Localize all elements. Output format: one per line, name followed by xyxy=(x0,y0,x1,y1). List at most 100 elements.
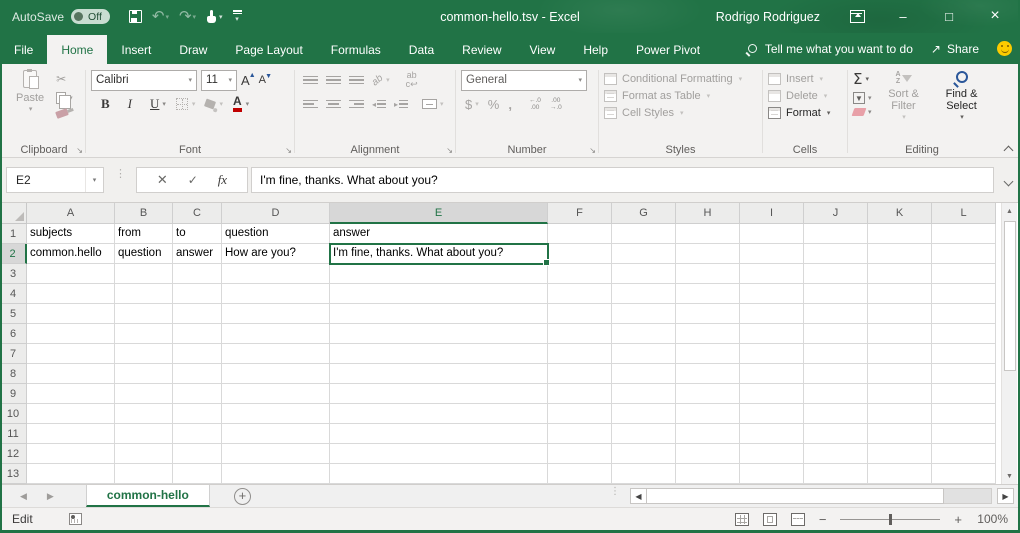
cell-J9[interactable] xyxy=(804,384,868,404)
fill-color-button[interactable]: ▾ xyxy=(205,100,223,108)
next-sheet-icon[interactable]: ▶ xyxy=(47,491,54,502)
row-header-9[interactable]: 9 xyxy=(0,384,27,404)
save-button[interactable] xyxy=(126,5,145,29)
cell-L5[interactable] xyxy=(932,304,996,324)
cell-D4[interactable] xyxy=(222,284,330,304)
minimize-button[interactable]: – xyxy=(880,0,926,32)
cell-E9[interactable] xyxy=(330,384,548,404)
cell-G4[interactable] xyxy=(612,284,676,304)
undo-dropdown-icon[interactable]: ▾ xyxy=(165,13,169,21)
font-size-combo[interactable]: 11▾ xyxy=(201,70,237,91)
name-box-dropdown-icon[interactable]: ▾ xyxy=(85,168,103,192)
cell-L10[interactable] xyxy=(932,404,996,424)
cell-J12[interactable] xyxy=(804,444,868,464)
cell-A7[interactable] xyxy=(27,344,115,364)
formula-input[interactable]: I'm fine, thanks. What about you? xyxy=(251,167,994,193)
bold-button[interactable]: B xyxy=(97,96,114,112)
cell-E12[interactable] xyxy=(330,444,548,464)
number-dialog-launcher[interactable]: ↘ xyxy=(589,146,596,155)
cell-L12[interactable] xyxy=(932,444,996,464)
cell-E7[interactable] xyxy=(330,344,548,364)
expand-formula-bar-button[interactable] xyxy=(1004,178,1013,187)
name-box[interactable]: E2 ▾ xyxy=(6,167,104,193)
cell-D1[interactable]: question xyxy=(222,224,330,244)
cut-button[interactable]: ✂ xyxy=(56,72,73,86)
number-format-combo[interactable]: General▾ xyxy=(461,70,587,91)
zoom-slider-thumb[interactable] xyxy=(889,514,892,525)
touch-mode-dropdown-icon[interactable]: ▾ xyxy=(219,13,223,21)
cell-F13[interactable] xyxy=(548,464,612,484)
cell-I4[interactable] xyxy=(740,284,804,304)
cell-L7[interactable] xyxy=(932,344,996,364)
merge-center-button[interactable]: ▾ xyxy=(422,99,444,109)
cell-B4[interactable] xyxy=(115,284,173,304)
tab-insert[interactable]: Insert xyxy=(107,35,165,64)
cell-F2[interactable] xyxy=(548,244,612,264)
cell-D10[interactable] xyxy=(222,404,330,424)
maximize-button[interactable]: □ xyxy=(926,0,972,32)
cell-H2[interactable] xyxy=(676,244,740,264)
cell-K12[interactable] xyxy=(868,444,932,464)
cell-A4[interactable] xyxy=(27,284,115,304)
cell-B6[interactable] xyxy=(115,324,173,344)
cell-L4[interactable] xyxy=(932,284,996,304)
scroll-up-icon[interactable]: ▲ xyxy=(1002,203,1017,219)
font-color-button[interactable]: A▾ xyxy=(233,96,249,112)
row-header-1[interactable]: 1 xyxy=(0,224,27,244)
cell-F9[interactable] xyxy=(548,384,612,404)
cell-F7[interactable] xyxy=(548,344,612,364)
cell-L6[interactable] xyxy=(932,324,996,344)
cell-L1[interactable] xyxy=(932,224,996,244)
cell-I11[interactable] xyxy=(740,424,804,444)
cell-D3[interactable] xyxy=(222,264,330,284)
cancel-entry-button[interactable]: ✕ xyxy=(157,172,168,188)
row-header-12[interactable]: 12 xyxy=(0,444,27,464)
grow-font-button[interactable]: A▲ xyxy=(241,73,255,88)
cell-G9[interactable] xyxy=(612,384,676,404)
column-header-D[interactable]: D xyxy=(222,203,330,224)
row-header-4[interactable]: 4 xyxy=(0,284,27,304)
cell-D9[interactable] xyxy=(222,384,330,404)
cell-I6[interactable] xyxy=(740,324,804,344)
cell-L3[interactable] xyxy=(932,264,996,284)
cell-K10[interactable] xyxy=(868,404,932,424)
clear-button[interactable]: ▾ xyxy=(853,108,872,116)
cell-G6[interactable] xyxy=(612,324,676,344)
cell-H5[interactable] xyxy=(676,304,740,324)
align-right-button[interactable] xyxy=(349,100,364,109)
cell-J10[interactable] xyxy=(804,404,868,424)
cell-C11[interactable] xyxy=(173,424,222,444)
column-header-L[interactable]: L xyxy=(932,203,996,224)
cell-K11[interactable] xyxy=(868,424,932,444)
page-layout-view-button[interactable] xyxy=(763,513,777,526)
cell-C13[interactable] xyxy=(173,464,222,484)
tab-page-layout[interactable]: Page Layout xyxy=(221,35,316,64)
row-header-8[interactable]: 8 xyxy=(0,364,27,384)
cell-A3[interactable] xyxy=(27,264,115,284)
cell-C1[interactable]: to xyxy=(173,224,222,244)
cell-A1[interactable]: subjects xyxy=(27,224,115,244)
cell-I1[interactable] xyxy=(740,224,804,244)
cell-A8[interactable] xyxy=(27,364,115,384)
scroll-right-icon[interactable]: ▶ xyxy=(997,488,1014,504)
increase-indent-button[interactable]: ▸ xyxy=(394,100,408,109)
undo-button[interactable]: ↶▾ xyxy=(149,5,172,29)
cell-B10[interactable] xyxy=(115,404,173,424)
sort-filter-button[interactable]: A Z Sort & Filter ▾ xyxy=(878,69,930,126)
normal-view-button[interactable] xyxy=(735,513,749,526)
cell-K2[interactable] xyxy=(868,244,932,264)
cell-C6[interactable] xyxy=(173,324,222,344)
cell-J4[interactable] xyxy=(804,284,868,304)
close-button[interactable]: × xyxy=(972,0,1018,32)
scroll-left-icon[interactable]: ◀ xyxy=(630,488,647,504)
cell-D6[interactable] xyxy=(222,324,330,344)
vertical-scrollbar-thumb[interactable] xyxy=(1004,221,1016,371)
cell-E6[interactable] xyxy=(330,324,548,344)
horizontal-scrollbar[interactable]: ◀ xyxy=(630,488,992,504)
prev-sheet-icon[interactable]: ◀ xyxy=(20,491,27,502)
cell-K1[interactable] xyxy=(868,224,932,244)
cell-A5[interactable] xyxy=(27,304,115,324)
cell-A13[interactable] xyxy=(27,464,115,484)
cell-B3[interactable] xyxy=(115,264,173,284)
cell-J7[interactable] xyxy=(804,344,868,364)
